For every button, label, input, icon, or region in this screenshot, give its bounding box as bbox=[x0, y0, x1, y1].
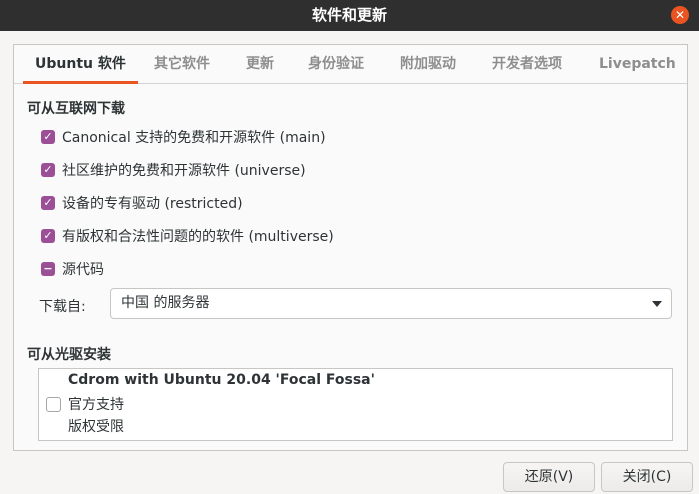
option-main-label: Canonical 支持的免费和开源软件 (main) bbox=[62, 130, 326, 146]
checkbox-checked-icon[interactable]: ✓ bbox=[41, 196, 55, 210]
tab-updates[interactable]: 更新 bbox=[246, 45, 274, 83]
option-source-code-label: 源代码 bbox=[62, 262, 104, 278]
internet-section-heading: 可从互联网下载 bbox=[27, 101, 125, 117]
checkbox-mixed-icon[interactable]: − bbox=[41, 262, 55, 276]
option-universe-label: 社区维护的免费和开源软件 (universe) bbox=[62, 163, 306, 179]
cdrom-section-heading: 可从光驱安装 bbox=[27, 347, 111, 363]
cdrom-list: Cdrom with Ubuntu 20.04 'Focal Fossa' 官方… bbox=[38, 368, 673, 441]
checkbox-checked-icon[interactable]: ✓ bbox=[41, 163, 55, 177]
download-from-label: 下载自: bbox=[39, 299, 86, 315]
tab-developer-options[interactable]: 开发者选项 bbox=[492, 45, 562, 83]
option-multiverse-label: 有版权和合法性问题的的软件 (multiverse) bbox=[62, 229, 334, 245]
download-server-select[interactable]: 中国 的服务器 bbox=[110, 288, 672, 319]
tab-bar: Ubuntu 软件 其它软件 更新 身份验证 附加驱动 开发者选项 Livepa… bbox=[14, 45, 687, 84]
revert-button[interactable]: 还原(V) bbox=[503, 462, 595, 492]
chevron-down-icon bbox=[652, 301, 662, 307]
option-universe[interactable]: ✓ 社区维护的免费和开源软件 (universe) bbox=[41, 159, 306, 181]
tab-authentication[interactable]: 身份验证 bbox=[308, 45, 364, 83]
close-window-button[interactable]: ✕ bbox=[671, 6, 689, 24]
checkbox-checked-icon[interactable]: ✓ bbox=[41, 229, 55, 243]
tab-additional-drivers[interactable]: 附加驱动 bbox=[400, 45, 456, 83]
cdrom-restricted-copyright: 版权受限 bbox=[68, 419, 124, 435]
checkbox-checked-icon[interactable]: ✓ bbox=[41, 130, 55, 144]
option-source-code[interactable]: − 源代码 bbox=[41, 258, 104, 280]
title-bar: 软件和更新 ✕ bbox=[0, 0, 699, 31]
tab-livepatch[interactable]: Livepatch bbox=[599, 45, 676, 83]
cdrom-checkbox[interactable] bbox=[46, 397, 61, 412]
option-restricted-label: 设备的专有驱动 (restricted) bbox=[62, 196, 243, 212]
cdrom-official-support: 官方支持 bbox=[68, 397, 124, 413]
window-title: 软件和更新 bbox=[311, 6, 387, 24]
cdrom-title: Cdrom with Ubuntu 20.04 'Focal Fossa' bbox=[68, 372, 375, 388]
tab-ubuntu-software[interactable]: Ubuntu 软件 bbox=[23, 45, 138, 84]
option-main[interactable]: ✓ Canonical 支持的免费和开源软件 (main) bbox=[41, 126, 326, 148]
option-restricted[interactable]: ✓ 设备的专有驱动 (restricted) bbox=[41, 192, 243, 214]
download-server-value: 中国 的服务器 bbox=[121, 295, 210, 311]
tab-other-software[interactable]: 其它软件 bbox=[154, 45, 210, 83]
close-button[interactable]: 关闭(C) bbox=[601, 462, 693, 492]
option-multiverse[interactable]: ✓ 有版权和合法性问题的的软件 (multiverse) bbox=[41, 225, 334, 247]
